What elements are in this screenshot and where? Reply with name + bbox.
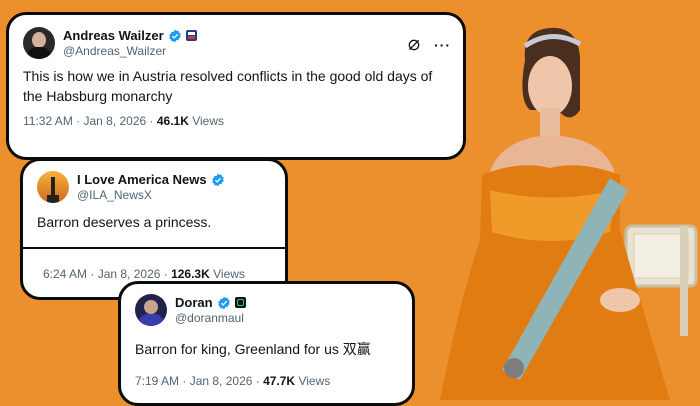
view-count: 126.3K [171, 267, 210, 281]
grok-icon[interactable] [406, 37, 422, 53]
square-badge-icon [234, 297, 246, 309]
avatar[interactable] [23, 27, 55, 59]
author-name[interactable]: Doran [175, 295, 213, 311]
avatar[interactable] [135, 294, 167, 326]
flag-badge-icon [185, 30, 197, 42]
author-name[interactable]: Andreas Wailzer [63, 28, 164, 44]
tweet-timestamp[interactable]: 11:32 AM · Jan 8, 2026 · [23, 114, 157, 128]
author-name[interactable]: I Love America News [77, 172, 207, 188]
author-handle[interactable]: @ILA_NewsX [77, 188, 225, 202]
verified-icon [211, 173, 224, 187]
tweet-meta: 11:32 AM · Jan 8, 2026 · 46.1K Views [23, 114, 449, 128]
princess-photo [430, 0, 700, 400]
author-handle[interactable]: @Andreas_Wailzer [63, 44, 197, 58]
tweet-meta: 6:24 AM · Jan 8, 2026 · 126.3K Views [43, 267, 245, 281]
tweet-header: Doran @doranmaul [135, 294, 398, 326]
tweet-text: Barron for king, Greenland for us 双赢 [135, 341, 371, 357]
tweet-text: This is how we in Austria resolved confl… [23, 68, 433, 104]
views-label: Views [209, 267, 245, 281]
tweet-meta: 7:19 AM · Jan 8, 2026 · 47.7K Views [135, 374, 398, 388]
author-handle[interactable]: @doranmaul [175, 311, 246, 325]
view-count: 47.7K [263, 373, 296, 388]
verified-icon [168, 29, 181, 43]
views-label: Views [188, 114, 225, 129]
tweet-header: Andreas Wailzer @Andreas_Wailzer [23, 27, 449, 59]
tweet-card-i-love-america-news[interactable]: I Love America News @ILA_NewsX Barron de… [20, 158, 288, 300]
tweet-card-andreas-wailzer[interactable]: Andreas Wailzer @Andreas_Wailzer ··· Thi… [6, 12, 466, 160]
avatar[interactable] [37, 171, 69, 203]
view-count: 46.1K [156, 114, 189, 129]
views-label: Views [295, 373, 331, 388]
tweet-card-doran[interactable]: Doran @doranmaul Barron for king, Greenl… [118, 281, 415, 406]
tweet-header: I Love America News @ILA_NewsX [37, 171, 271, 203]
tweet-timestamp[interactable]: 6:24 AM · Jan 8, 2026 · [43, 267, 171, 281]
tweet-timestamp[interactable]: 7:19 AM · Jan 8, 2026 · [135, 374, 263, 388]
more-icon[interactable]: ··· [434, 37, 451, 53]
tweet-text: Barron deserves a princess. [37, 214, 212, 230]
verified-icon [217, 296, 230, 310]
divider [23, 247, 285, 249]
